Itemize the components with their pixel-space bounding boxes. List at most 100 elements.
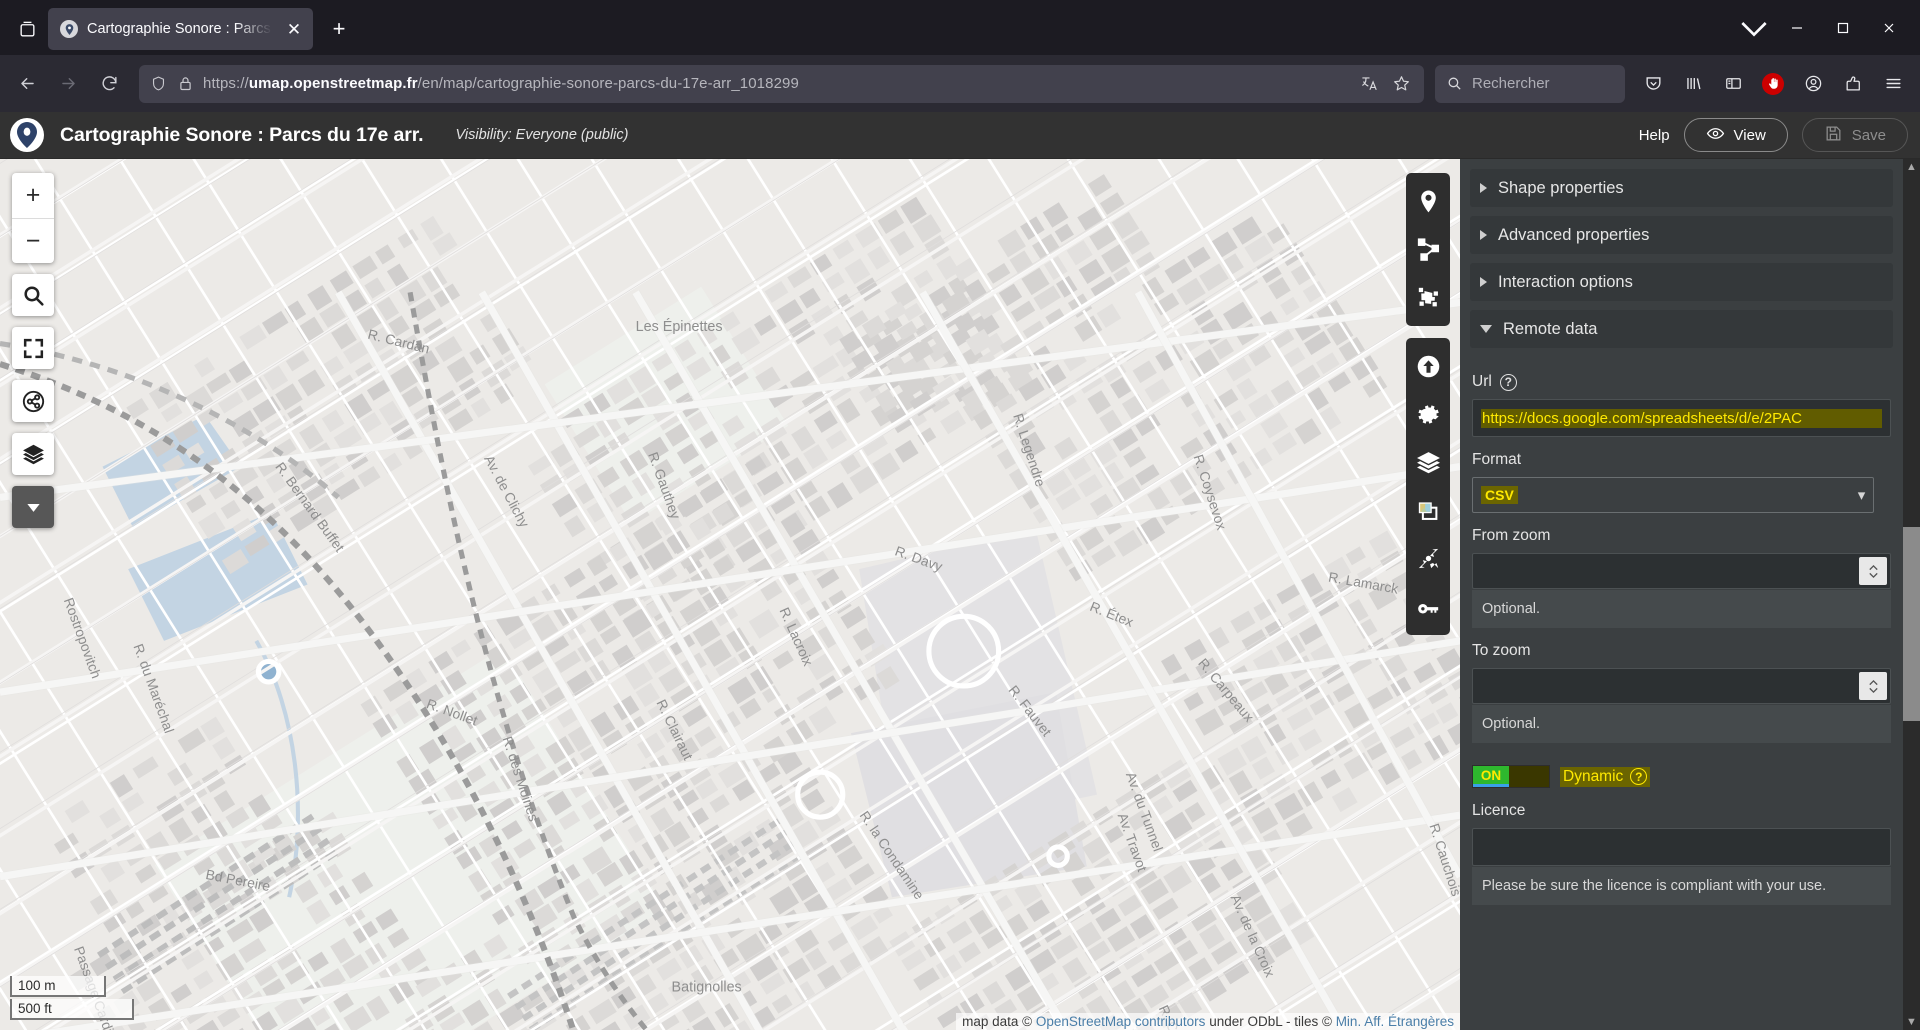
draw-polygon-icon[interactable] xyxy=(1408,275,1448,320)
new-tab-button[interactable]: + xyxy=(321,11,357,47)
view-button[interactable]: View xyxy=(1683,118,1788,152)
map-attribution: map data © OpenStreetMap contributors un… xyxy=(956,1013,1460,1030)
address-bar[interactable]: https://umap.openstreetmap.fr/en/map/car… xyxy=(139,64,1424,103)
to-zoom-input[interactable] xyxy=(1472,668,1891,704)
draw-marker-icon[interactable] xyxy=(1408,179,1448,224)
save-button[interactable]: Save xyxy=(1801,118,1908,152)
permissions-key-icon[interactable] xyxy=(1408,584,1448,629)
tiles-provider-link[interactable]: Min. Aff. Étrangères xyxy=(1336,1014,1454,1029)
zoom-out-button[interactable]: − xyxy=(12,218,54,263)
chevron-down-icon[interactable] xyxy=(12,486,54,528)
padlock-icon[interactable] xyxy=(176,75,194,93)
section-shape-properties[interactable]: Shape properties xyxy=(1470,169,1893,207)
map-tiles[interactable]: Les ÉpinettesR. CardanAv. de Clichy R. Ga… xyxy=(0,159,1460,1030)
sidebar-icon[interactable] xyxy=(1714,65,1752,103)
eye-icon xyxy=(1706,124,1725,147)
to-zoom-help: Optional. xyxy=(1472,705,1891,743)
url-field-label: Url ? xyxy=(1472,373,1891,391)
browser-toolbar-icons xyxy=(1634,65,1912,103)
from-zoom-label-text: From zoom xyxy=(1472,527,1551,544)
dynamic-label: Dynamic ? xyxy=(1560,766,1651,787)
scroll-up-arrow-icon[interactable]: ▲ xyxy=(1906,161,1917,173)
section-advanced-properties[interactable]: Advanced properties xyxy=(1470,216,1893,254)
section-label: Interaction options xyxy=(1498,272,1633,291)
import-data-icon[interactable] xyxy=(1408,344,1448,389)
navigation-toolbar: https://umap.openstreetmap.fr/en/map/car… xyxy=(0,55,1920,112)
help-question-icon[interactable]: ? xyxy=(1630,768,1648,785)
chevron-down-icon: ▾ xyxy=(1857,487,1866,504)
page-title: Cartographie Sonore : Parcs du 17e arr. xyxy=(60,123,424,146)
translate-icon[interactable] xyxy=(1356,71,1382,97)
account-icon[interactable] xyxy=(1794,65,1832,103)
umap-header-actions: Help View Save xyxy=(1639,118,1908,152)
from-zoom-stepper[interactable] xyxy=(1859,557,1887,585)
close-icon[interactable]: ✕ xyxy=(281,16,307,42)
maximize-button[interactable] xyxy=(1820,7,1866,49)
change-tilelayers-icon[interactable] xyxy=(1408,488,1448,533)
application-menu-icon[interactable] xyxy=(1874,65,1912,103)
zoom-control-group: + − xyxy=(12,173,54,263)
section-interaction-options[interactable]: Interaction options xyxy=(1470,263,1893,301)
chevron-down-icon[interactable] xyxy=(1734,7,1774,49)
floppy-disk-icon xyxy=(1824,124,1843,147)
remote-url-input[interactable]: https://docs.google.com/spreadsheets/d/e… xyxy=(1472,399,1891,437)
remote-data-fields: Url ? https://docs.google.com/spreadshee… xyxy=(1470,357,1893,905)
manage-layers-icon[interactable] xyxy=(1408,440,1448,485)
map-settings-gear-icon[interactable] xyxy=(1408,392,1448,437)
minimize-button[interactable] xyxy=(1774,7,1820,49)
share-icon[interactable] xyxy=(12,380,54,422)
panel-scrollbar[interactable]: ▲ ▼ xyxy=(1903,159,1920,1030)
from-zoom-input[interactable] xyxy=(1472,553,1891,589)
tracking-protection-shield-icon[interactable] xyxy=(149,75,167,93)
umap-application: Cartographie Sonore : Parcs du 17e arr. … xyxy=(0,112,1920,1030)
format-label-text: Format xyxy=(1472,451,1522,468)
library-icon[interactable] xyxy=(1674,65,1712,103)
help-button[interactable]: Help xyxy=(1639,127,1670,144)
pocket-icon[interactable] xyxy=(1634,65,1672,103)
umap-marker-icon xyxy=(60,20,78,38)
umap-header: Cartographie Sonore : Parcs du 17e arr. … xyxy=(0,112,1920,159)
back-arrow-icon[interactable] xyxy=(8,65,46,103)
help-question-icon[interactable]: ? xyxy=(1499,373,1517,391)
search-placeholder: Rechercher xyxy=(1472,75,1550,92)
scale-metric: 100 m xyxy=(10,976,106,997)
section-remote-data[interactable]: Remote data xyxy=(1470,310,1893,348)
url-prefix: https:// xyxy=(203,75,249,92)
scrollbar-track[interactable] xyxy=(1903,173,1920,1016)
layers-icon[interactable] xyxy=(12,433,54,475)
reload-icon[interactable] xyxy=(90,65,128,103)
umap-logo-icon[interactable] xyxy=(10,118,44,152)
format-select[interactable]: CSV ▾ xyxy=(1472,477,1875,513)
browser-tab[interactable]: Cartographie Sonore : Parcs du ✕ xyxy=(48,8,313,50)
star-icon[interactable] xyxy=(1388,71,1414,97)
properties-panel: Shape properties Advanced properties Int… xyxy=(1460,159,1920,1030)
osm-contributors-link[interactable]: OpenStreetMap contributors xyxy=(1036,1014,1206,1029)
address-bar-actions xyxy=(1356,71,1414,97)
map-container[interactable]: Les Épinettes R. Cardan Av. de Clichy R. Ga… xyxy=(0,159,1460,1030)
licence-label-text: Licence xyxy=(1472,802,1526,819)
to-zoom-stepper[interactable] xyxy=(1859,672,1887,700)
draw-polyline-icon[interactable] xyxy=(1408,227,1448,272)
forward-arrow-icon[interactable] xyxy=(49,65,87,103)
scrollbar-thumb[interactable] xyxy=(1903,527,1920,721)
extensions-icon[interactable] xyxy=(1834,65,1872,103)
zoom-in-button[interactable]: + xyxy=(12,173,54,218)
scroll-down-arrow-icon[interactable]: ▼ xyxy=(1906,1016,1917,1028)
magnifier-icon[interactable] xyxy=(12,274,54,316)
tab-list-icon[interactable] xyxy=(6,8,48,50)
section-label: Shape properties xyxy=(1498,178,1624,197)
attrib-middle: under ODbL - tiles © xyxy=(1205,1014,1336,1029)
licence-label: Licence xyxy=(1472,802,1891,820)
search-bar[interactable]: Rechercher xyxy=(1435,64,1625,103)
dynamic-toggle-track xyxy=(1509,766,1549,787)
dynamic-toggle[interactable]: ON xyxy=(1472,765,1550,788)
fullscreen-icon[interactable] xyxy=(12,327,54,369)
chevron-right-icon xyxy=(1480,277,1487,287)
save-label: Save xyxy=(1851,126,1886,144)
section-label: Remote data xyxy=(1503,319,1598,338)
licence-input[interactable] xyxy=(1472,828,1891,866)
ublock-origin-icon[interactable] xyxy=(1754,65,1792,103)
embed-share-icon[interactable] xyxy=(1408,536,1448,581)
dynamic-label-text: Dynamic xyxy=(1563,767,1624,785)
close-window-button[interactable] xyxy=(1866,7,1912,49)
